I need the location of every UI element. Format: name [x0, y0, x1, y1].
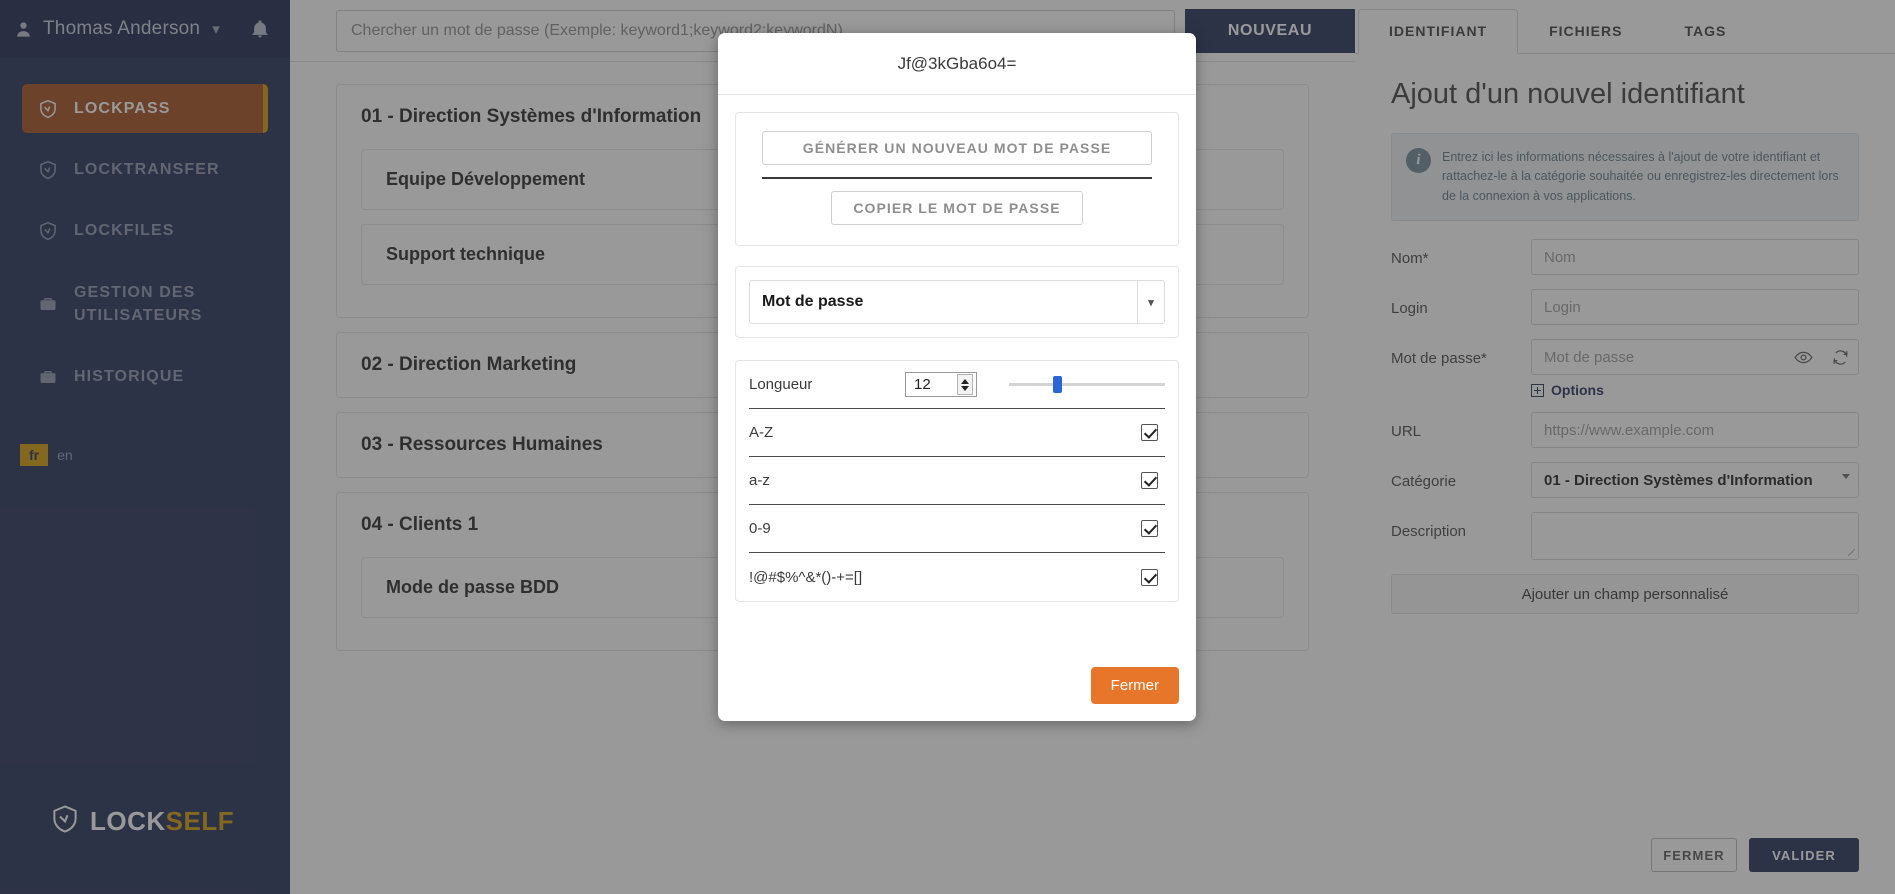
- slider-thumb[interactable]: [1053, 376, 1062, 393]
- copy-password-button[interactable]: COPIER LE MOT DE PASSE: [831, 191, 1083, 225]
- length-value: 12: [906, 376, 931, 393]
- slider-track: [1009, 383, 1165, 386]
- password-type-select[interactable]: Mot de passe ▾: [749, 280, 1165, 324]
- modal-close-button[interactable]: Fermer: [1091, 667, 1179, 704]
- divider: [762, 177, 1152, 179]
- length-slider[interactable]: [1009, 375, 1165, 395]
- charset-label: a-z: [749, 472, 1141, 489]
- generated-password-display: Jf@3kGba6o4=: [718, 33, 1196, 95]
- password-type-value: Mot de passe: [762, 293, 863, 311]
- generate-password-button[interactable]: GÉNÉRER UN NOUVEAU MOT DE PASSE: [762, 131, 1152, 165]
- length-label: Longueur: [749, 376, 905, 393]
- charset-label: !@#$%^&*()-+=[]: [749, 569, 1141, 586]
- charset-checkbox-uppercase[interactable]: [1141, 424, 1158, 441]
- app-root: Thomas Anderson ▾ LOCKPASS LOCKTRANSFER …: [0, 0, 1895, 894]
- option-row-length: Longueur 12: [749, 361, 1165, 409]
- option-row-symbols: !@#$%^&*()-+=[]: [749, 553, 1165, 601]
- password-generator-modal: Jf@3kGba6o4= GÉNÉRER UN NOUVEAU MOT DE P…: [718, 33, 1196, 721]
- generator-options-card: Longueur 12 A-Z a-z: [735, 360, 1179, 602]
- charset-checkbox-digits[interactable]: [1141, 520, 1158, 537]
- charset-label: 0-9: [749, 520, 1141, 537]
- option-row-uppercase: A-Z: [749, 409, 1165, 457]
- charset-checkbox-symbols[interactable]: [1141, 569, 1158, 586]
- option-row-lowercase: a-z: [749, 457, 1165, 505]
- chevron-down-icon: ▾: [1137, 281, 1164, 323]
- generator-actions-card: GÉNÉRER UN NOUVEAU MOT DE PASSE COPIER L…: [735, 112, 1179, 246]
- modal-footer: Fermer: [718, 667, 1196, 721]
- length-stepper[interactable]: 12: [905, 372, 977, 397]
- option-row-digits: 0-9: [749, 505, 1165, 553]
- charset-checkbox-lowercase[interactable]: [1141, 472, 1158, 489]
- spinner-arrows-icon[interactable]: [957, 374, 973, 395]
- password-type-card: Mot de passe ▾: [735, 266, 1179, 338]
- modal-body: GÉNÉRER UN NOUVEAU MOT DE PASSE COPIER L…: [718, 95, 1196, 667]
- charset-label: A-Z: [749, 424, 1141, 441]
